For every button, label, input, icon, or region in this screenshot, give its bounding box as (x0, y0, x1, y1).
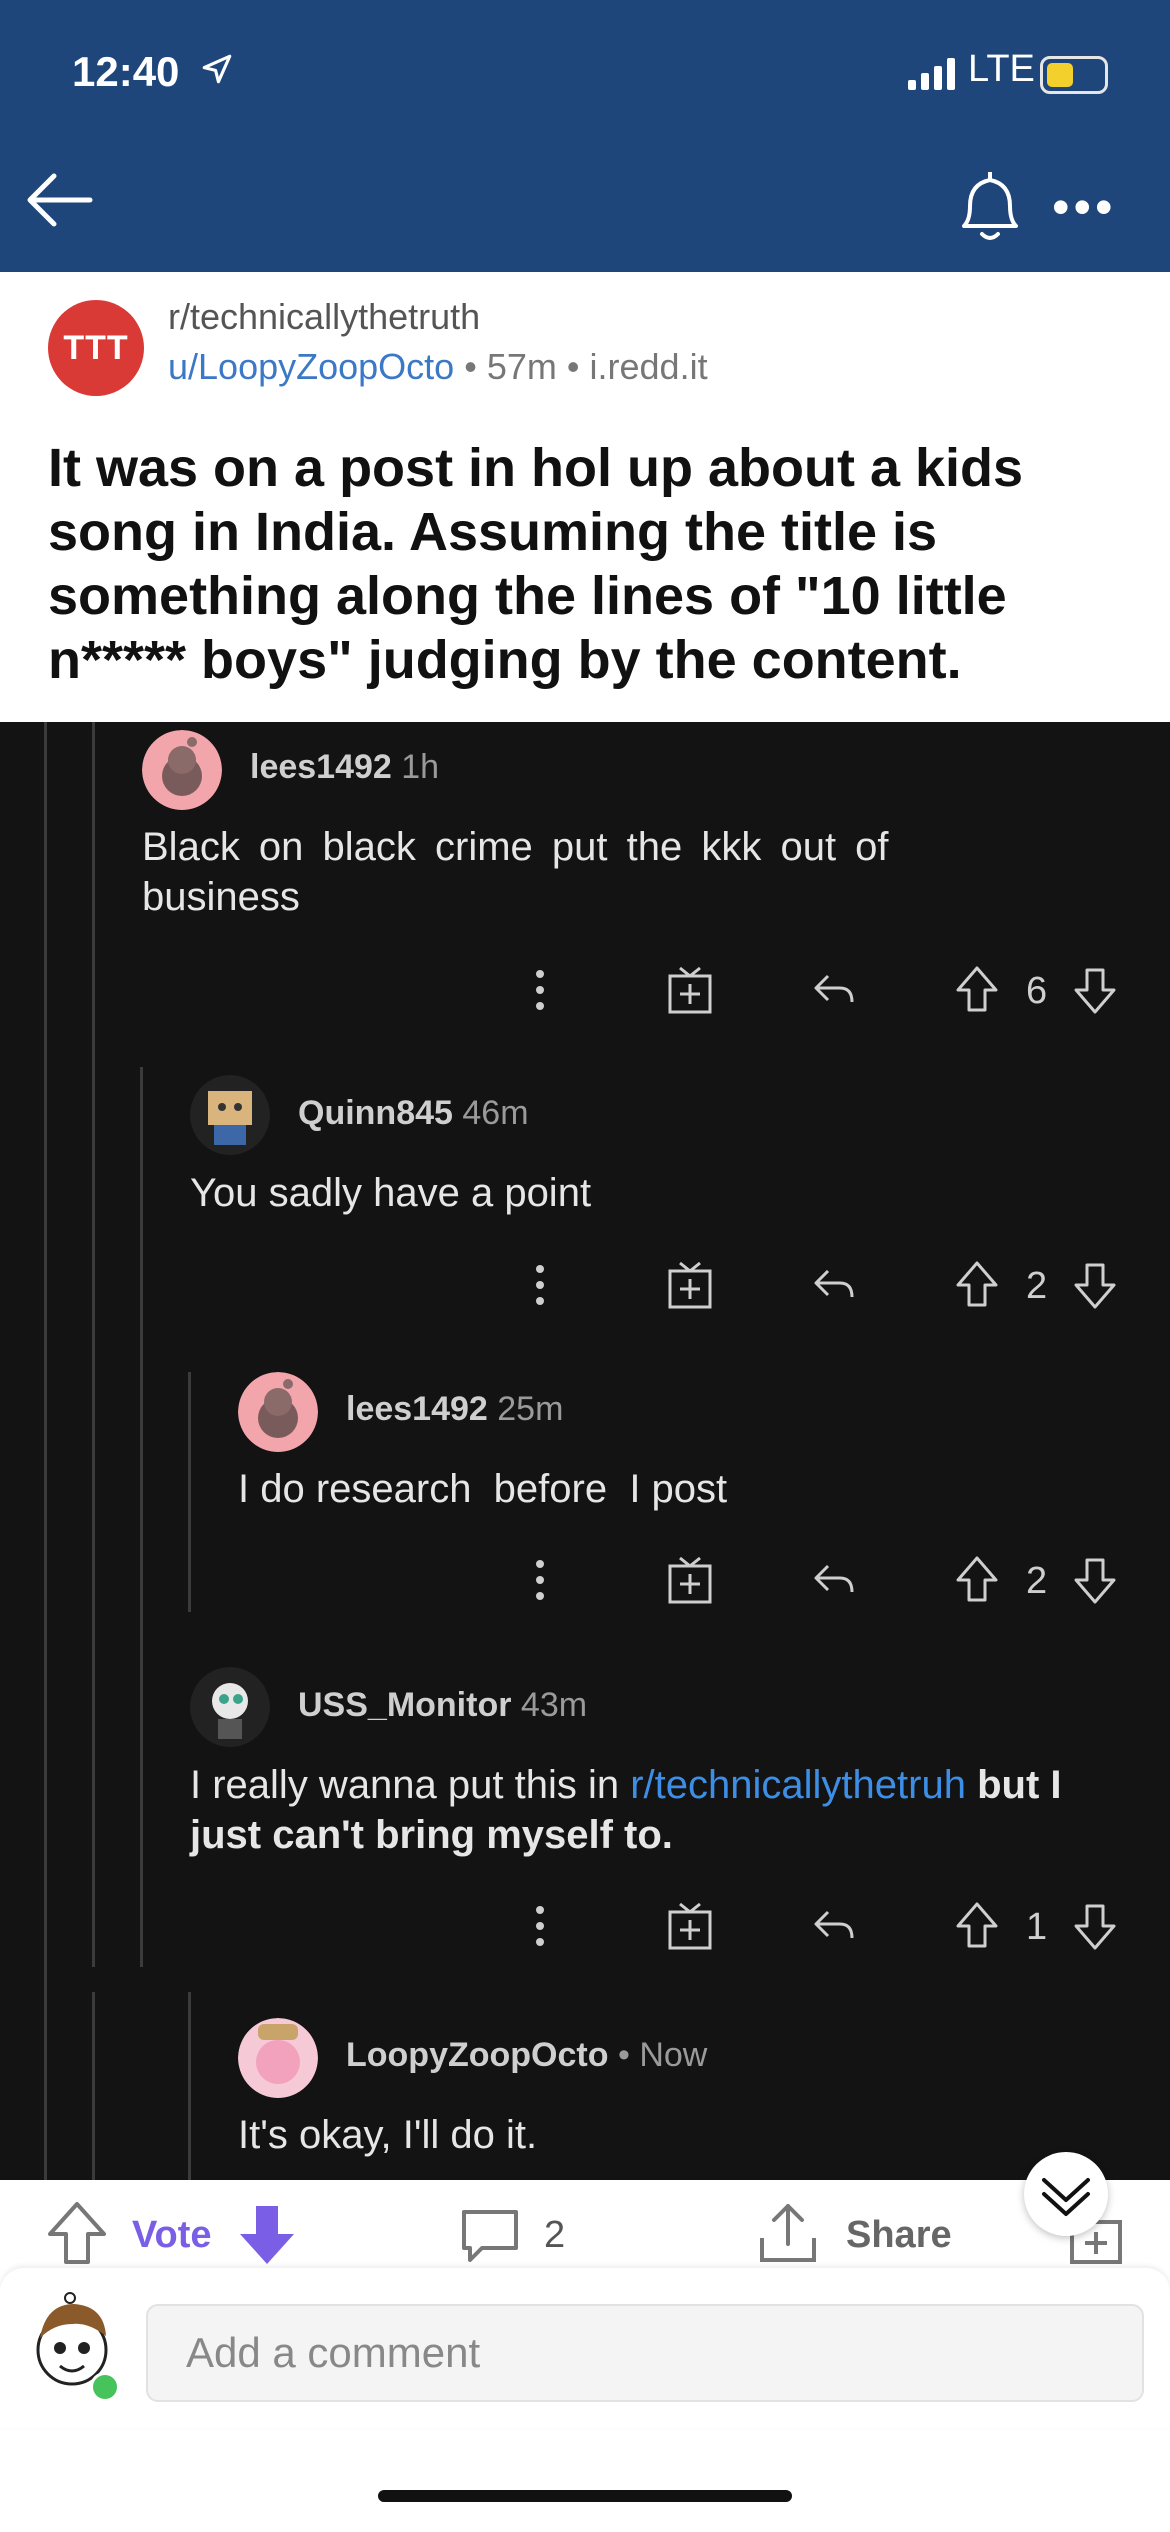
award-icon[interactable] (666, 1552, 714, 1613)
comment-body: You sadly have a point (190, 1171, 592, 1215)
status-time: 12:40 (72, 48, 180, 95)
meta-separator: • (566, 346, 580, 387)
thread-line (188, 1372, 191, 1612)
thread-line (92, 1992, 95, 2180)
home-indicator[interactable] (378, 2490, 792, 2502)
subreddit-avatar[interactable]: TTT (48, 300, 144, 396)
collapse-button[interactable] (1024, 2152, 1108, 2236)
comment-body: Black on black crime put the kkk out of … (142, 825, 889, 919)
share-label: Share (846, 2214, 952, 2256)
upvote-icon[interactable] (46, 2200, 108, 2271)
comment-count: 2 (544, 2214, 566, 2256)
vote-label: Vote (132, 2214, 212, 2256)
location-arrow-icon (200, 52, 234, 95)
vote-count: 6 (1026, 970, 1048, 1012)
avatar[interactable] (190, 1075, 270, 1155)
award-icon[interactable] (666, 1257, 714, 1318)
downvote-icon[interactable] (1072, 1898, 1118, 1959)
more-icon[interactable] (530, 962, 550, 1023)
upvote-icon[interactable] (954, 1257, 1000, 1318)
chevron-down-icon (1042, 2178, 1090, 2216)
downvote-icon[interactable] (1072, 1257, 1118, 1318)
award-icon[interactable] (666, 962, 714, 1023)
upvote-icon[interactable] (954, 1552, 1000, 1613)
comment-user[interactable]: Quinn845 46m (298, 1094, 529, 1133)
network-label: LTE (968, 48, 1035, 90)
reply-icon[interactable] (810, 1898, 858, 1959)
more-icon[interactable] (530, 1898, 550, 1959)
vote-count: 2 (1026, 1560, 1048, 1602)
comment-user[interactable]: USS_Monitor 43m (298, 1686, 587, 1725)
thread-line (140, 1067, 143, 1967)
bell-icon[interactable] (950, 166, 1030, 255)
vote-count: 2 (1026, 1265, 1048, 1307)
upvote-icon[interactable] (954, 962, 1000, 1023)
online-indicator (90, 2372, 120, 2402)
subreddit-link[interactable]: r/technicallythetruh (630, 1763, 966, 1807)
thread-line (44, 722, 47, 2180)
award-icon[interactable] (666, 1898, 714, 1959)
avatar[interactable] (238, 2018, 318, 2098)
more-icon[interactable] (530, 1257, 550, 1318)
thread-line (188, 1992, 191, 2180)
post-title: It was on a post in hol up about a kids … (48, 438, 1024, 690)
downvote-icon[interactable] (1072, 1552, 1118, 1613)
reply-icon[interactable] (810, 962, 858, 1023)
subreddit-name[interactable]: r/technicallythetruth (168, 296, 480, 338)
comment-input[interactable]: Add a comment (146, 2304, 1144, 2402)
comment-user[interactable]: lees1492 25m (346, 1390, 563, 1429)
reply-icon[interactable] (810, 1552, 858, 1613)
back-arrow-icon[interactable] (20, 160, 100, 245)
upvote-icon[interactable] (954, 1898, 1000, 1959)
post-author[interactable]: u/LoopyZoopOcto (168, 346, 454, 387)
comment-user[interactable]: lees1492 1h (250, 748, 439, 787)
more-options-icon[interactable]: ••• (1052, 182, 1117, 232)
post-image[interactable]: lees1492 1h Black on black crime put the… (0, 722, 1170, 2180)
more-icon[interactable] (530, 1552, 550, 1613)
downvote-icon[interactable] (236, 2202, 298, 2273)
thread-line (92, 722, 95, 1967)
comment-body: I do research before I post (238, 1467, 728, 1511)
reply-icon[interactable] (810, 1257, 858, 1318)
comment-body: It's okay, I'll do it. (238, 2113, 538, 2157)
comment-user[interactable]: LoopyZoopOcto • Now (346, 2036, 707, 2075)
post-meta: u/LoopyZoopOcto • 57m • i.redd.it (168, 346, 708, 388)
battery-icon (1040, 56, 1108, 94)
comment-body: I really wanna put this in r/technically… (190, 1763, 1062, 1857)
comment-icon[interactable] (458, 2206, 522, 2271)
post-domain[interactable]: i.redd.it (590, 346, 708, 387)
vote-count: 1 (1026, 1906, 1048, 1948)
meta-separator: • (464, 346, 477, 387)
avatar[interactable] (238, 1372, 318, 1452)
signal-icon (908, 58, 958, 95)
post-age: 57m (486, 346, 557, 387)
avatar[interactable] (190, 1667, 270, 1747)
share-icon[interactable] (756, 2200, 820, 2271)
avatar[interactable] (142, 730, 222, 810)
downvote-icon[interactable] (1072, 962, 1118, 1023)
